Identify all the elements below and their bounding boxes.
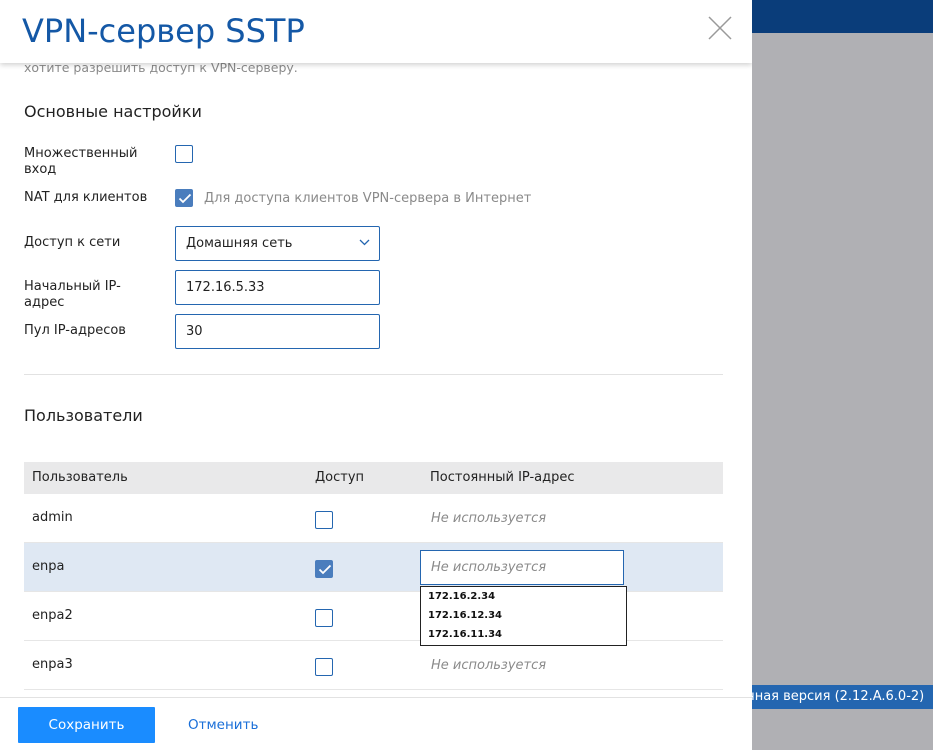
page-title: VPN-сервер SSTP [22, 12, 305, 50]
start-ip-label: Начальный IP-адрес [24, 279, 121, 310]
close-icon [708, 16, 732, 40]
table-row[interactable]: enpa3 Не используется [24, 641, 723, 690]
chevron-down-icon [359, 239, 370, 246]
panel-title-bar: VPN-сервер SSTP [0, 0, 752, 63]
backdrop-header [752, 0, 933, 33]
user-name: enpa [32, 559, 65, 574]
table-row[interactable]: admin Не используется [24, 494, 723, 543]
ip-pool-input[interactable]: 30 [175, 314, 380, 349]
checkmark-icon [178, 193, 192, 204]
cancel-button[interactable]: Отменить [188, 717, 258, 733]
users-section-title: Пользователи [24, 406, 143, 425]
ip-suggestion-option[interactable]: 172.16.2.34 [428, 591, 495, 602]
network-access-value: Домашняя сеть [186, 236, 293, 251]
nat-checkbox[interactable] [175, 189, 193, 207]
basic-settings-title: Основные настройки [24, 102, 202, 121]
nat-label: NAT для клиентов [24, 190, 148, 205]
column-header-access: Доступ [315, 470, 365, 485]
checkmark-icon [318, 564, 332, 575]
access-checkbox[interactable] [315, 658, 333, 676]
vpn-settings-panel: VPN-сервер SSTP хотите разрешить доступ … [0, 0, 752, 750]
network-access-select[interactable]: Домашняя сеть [175, 226, 380, 261]
access-checkbox[interactable] [315, 560, 333, 578]
column-header-user: Пользователь [32, 470, 128, 485]
multi-login-checkbox[interactable] [175, 145, 193, 163]
static-ip-value: Не используется [431, 658, 547, 673]
network-access-label: Доступ к сети [24, 235, 121, 250]
user-name: admin [32, 510, 73, 525]
save-button[interactable]: Сохранить [18, 707, 155, 743]
column-header-ip: Постоянный IP-адрес [430, 470, 575, 485]
backdrop [752, 0, 933, 750]
start-ip-input[interactable]: 172.16.5.33 [175, 270, 380, 305]
user-name: enpa3 [32, 657, 73, 672]
access-checkbox[interactable] [315, 609, 333, 627]
ip-suggestion-option[interactable]: 172.16.12.34 [428, 610, 502, 621]
action-footer: Сохранить Отменить [0, 697, 752, 750]
access-checkbox[interactable] [315, 511, 333, 529]
static-ip-value: Не используется [431, 511, 547, 526]
static-ip-input[interactable]: Не используется [420, 550, 624, 585]
ip-suggestion-option[interactable]: 172.16.11.34 [428, 629, 502, 640]
nat-hint: Для доступа клиентов VPN-сервера в Интер… [204, 191, 532, 206]
section-divider [24, 374, 723, 375]
ip-suggestions-dropdown: 172.16.2.34 172.16.12.34 172.16.11.34 [420, 586, 627, 646]
close-button[interactable] [706, 14, 734, 42]
multi-login-label: Множественный вход [24, 146, 138, 177]
ip-pool-label: Пул IP-адресов [24, 323, 126, 338]
users-table-header: Пользователь Доступ Постоянный IP-адрес [24, 462, 723, 494]
user-name: enpa2 [32, 608, 73, 623]
